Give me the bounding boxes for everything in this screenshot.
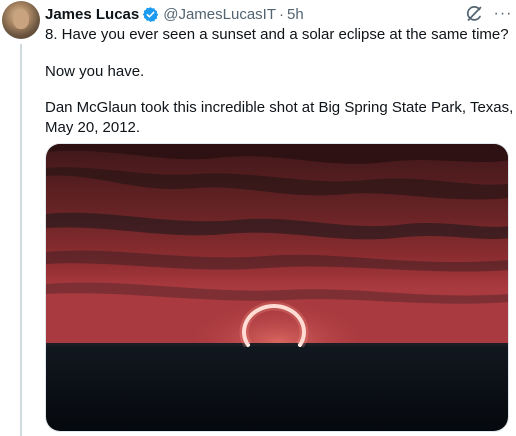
author-name[interactable]: James Lucas <box>45 6 139 23</box>
separator-dot: · <box>279 5 284 23</box>
eclipse-photo-image <box>46 144 508 431</box>
avatar-face <box>13 9 29 29</box>
avatar[interactable] <box>2 1 40 39</box>
tweet[interactable]: James Lucas @JamesLucasIT · 5h ··· 8. Ha… <box>0 0 516 436</box>
tweet-text-line-3: Dan McGlaun took this incredible shot at… <box>45 99 516 116</box>
tweet-photo[interactable] <box>45 143 509 432</box>
timestamp[interactable]: 5h <box>287 6 304 23</box>
tweet-text-line-2: Now you have. <box>45 63 145 80</box>
author-handle[interactable]: @JamesLucasIT <box>163 6 276 23</box>
thread-line <box>20 44 22 436</box>
verified-badge-icon <box>142 6 159 23</box>
tweet-header: James Lucas @JamesLucasIT · 5h <box>45 4 304 24</box>
tweet-text-line-1: 8. Have you ever seen a sunset and a sol… <box>45 26 509 43</box>
tweet-text-line-4: May 20, 2012. <box>45 119 141 136</box>
more-options-button[interactable]: ··· <box>493 4 513 24</box>
more-dots-icon: ··· <box>493 5 513 22</box>
grok-slash-icon[interactable] <box>464 4 484 24</box>
